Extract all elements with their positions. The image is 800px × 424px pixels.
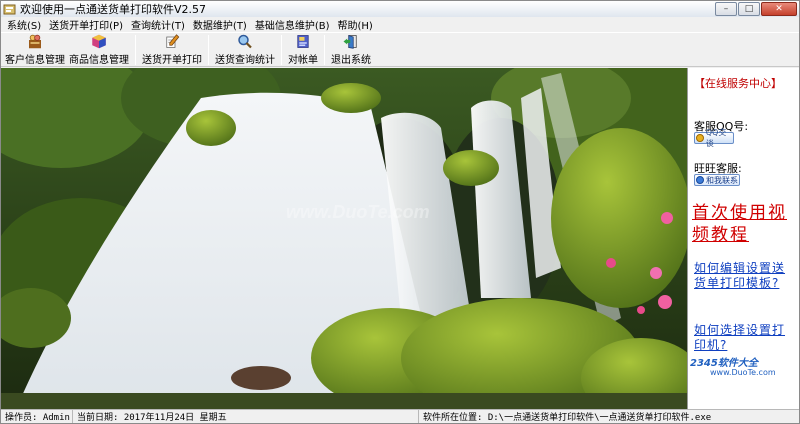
menu-help[interactable]: 帮助(H)	[334, 17, 377, 32]
online-service-title: 【在线服务中心】	[694, 77, 782, 90]
center-watermark: www.DuoTe.com	[286, 202, 430, 222]
status-operator: 操作员: Admin	[1, 410, 73, 423]
customer-info-label: 客户信息管理	[5, 55, 65, 66]
toolbar-separator	[208, 35, 209, 65]
close-button[interactable]: ✕	[761, 2, 797, 16]
title-bar[interactable]: 欢迎使用一点通送货单打印软件V2.57 – □ ✕	[1, 1, 799, 17]
magnifier-icon	[238, 34, 252, 49]
customer-info-button[interactable]: 客户信息管理	[3, 33, 67, 66]
menu-data-maintenance[interactable]: 数据维护(T)	[189, 17, 251, 32]
wangwang-icon	[696, 176, 704, 184]
corner-watermark-2345: 2345软件大全	[690, 358, 758, 369]
delivery-query-label: 送货查询统计	[215, 55, 275, 66]
toolbar: 客户信息管理 商品信息管理 送货开单打印 送货查询统计 对帐单 退出系统	[1, 32, 799, 67]
menu-query-stats[interactable]: 查询统计(T)	[127, 17, 189, 32]
wangwang-contact-label: 和我联系	[706, 175, 738, 185]
video-tutorial-link[interactable]: 首次使用视频教程	[692, 202, 796, 246]
exit-button[interactable]: 退出系统	[329, 33, 373, 66]
menu-system[interactable]: 系统(S)	[3, 17, 45, 32]
product-info-button[interactable]: 商品信息管理	[67, 33, 131, 66]
window-title: 欢迎使用一点通送货单打印软件V2.57	[20, 3, 207, 16]
exit-label: 退出系统	[331, 55, 371, 66]
menu-delivery-print[interactable]: 送货开单打印(P)	[45, 17, 127, 32]
waterfall-background-image: www.DuoTe.com	[1, 68, 687, 409]
product-icon	[92, 34, 106, 49]
delivery-print-label: 送货开单打印	[142, 55, 202, 66]
pencil-icon	[166, 34, 180, 48]
status-date: 当前日期: 2017年11月24日 星期五	[73, 410, 419, 423]
minimize-button[interactable]: –	[715, 2, 737, 16]
online-service-panel: 【在线服务中心】 客服QQ号: QQ交谈 旺旺客服: 和我联系 首次使用视频教程…	[687, 68, 799, 409]
exit-door-icon	[343, 34, 357, 49]
maximize-button[interactable]: □	[738, 2, 760, 16]
reconcile-button[interactable]: 对帐单	[286, 33, 320, 66]
reconcile-label: 对帐单	[288, 55, 318, 66]
menu-bar: 系统(S) 送货开单打印(P) 查询统计(T) 数据维护(T) 基础信息维护(B…	[1, 17, 799, 32]
qq-chat-label: QQ交谈	[705, 128, 727, 148]
statement-icon	[297, 35, 309, 48]
delivery-query-button[interactable]: 送货查询统计	[213, 33, 277, 66]
wangwang-contact-button[interactable]: 和我联系	[694, 174, 740, 186]
template-help-link[interactable]: 如何编辑设置送货单打印模板?	[694, 261, 794, 291]
menu-basic-info[interactable]: 基础信息维护(B)	[251, 17, 334, 32]
qq-chat-button[interactable]: QQ交谈	[694, 128, 734, 148]
product-info-label: 商品信息管理	[69, 55, 129, 66]
toolbar-separator	[135, 35, 136, 65]
app-icon	[3, 4, 16, 14]
toolbar-separator	[324, 35, 325, 65]
printer-help-link[interactable]: 如何选择设置打印机?	[694, 323, 794, 353]
qq-penguin-icon	[696, 134, 704, 142]
status-bar: 操作员: Admin 当前日期: 2017年11月24日 星期五 软件所在位置:…	[1, 409, 799, 423]
corner-watermark-url: www.DuoTe.com	[710, 368, 776, 377]
app-window: 欢迎使用一点通送货单打印软件V2.57 – □ ✕ 系统(S) 送货开单打印(P…	[0, 0, 800, 424]
delivery-print-button[interactable]: 送货开单打印	[140, 33, 204, 66]
toolbar-separator	[281, 35, 282, 65]
customer-icon	[29, 34, 41, 49]
status-path: 软件所在位置: D:\一点通送货单打印软件\一点通送货单打印软件.exe	[423, 413, 712, 423]
